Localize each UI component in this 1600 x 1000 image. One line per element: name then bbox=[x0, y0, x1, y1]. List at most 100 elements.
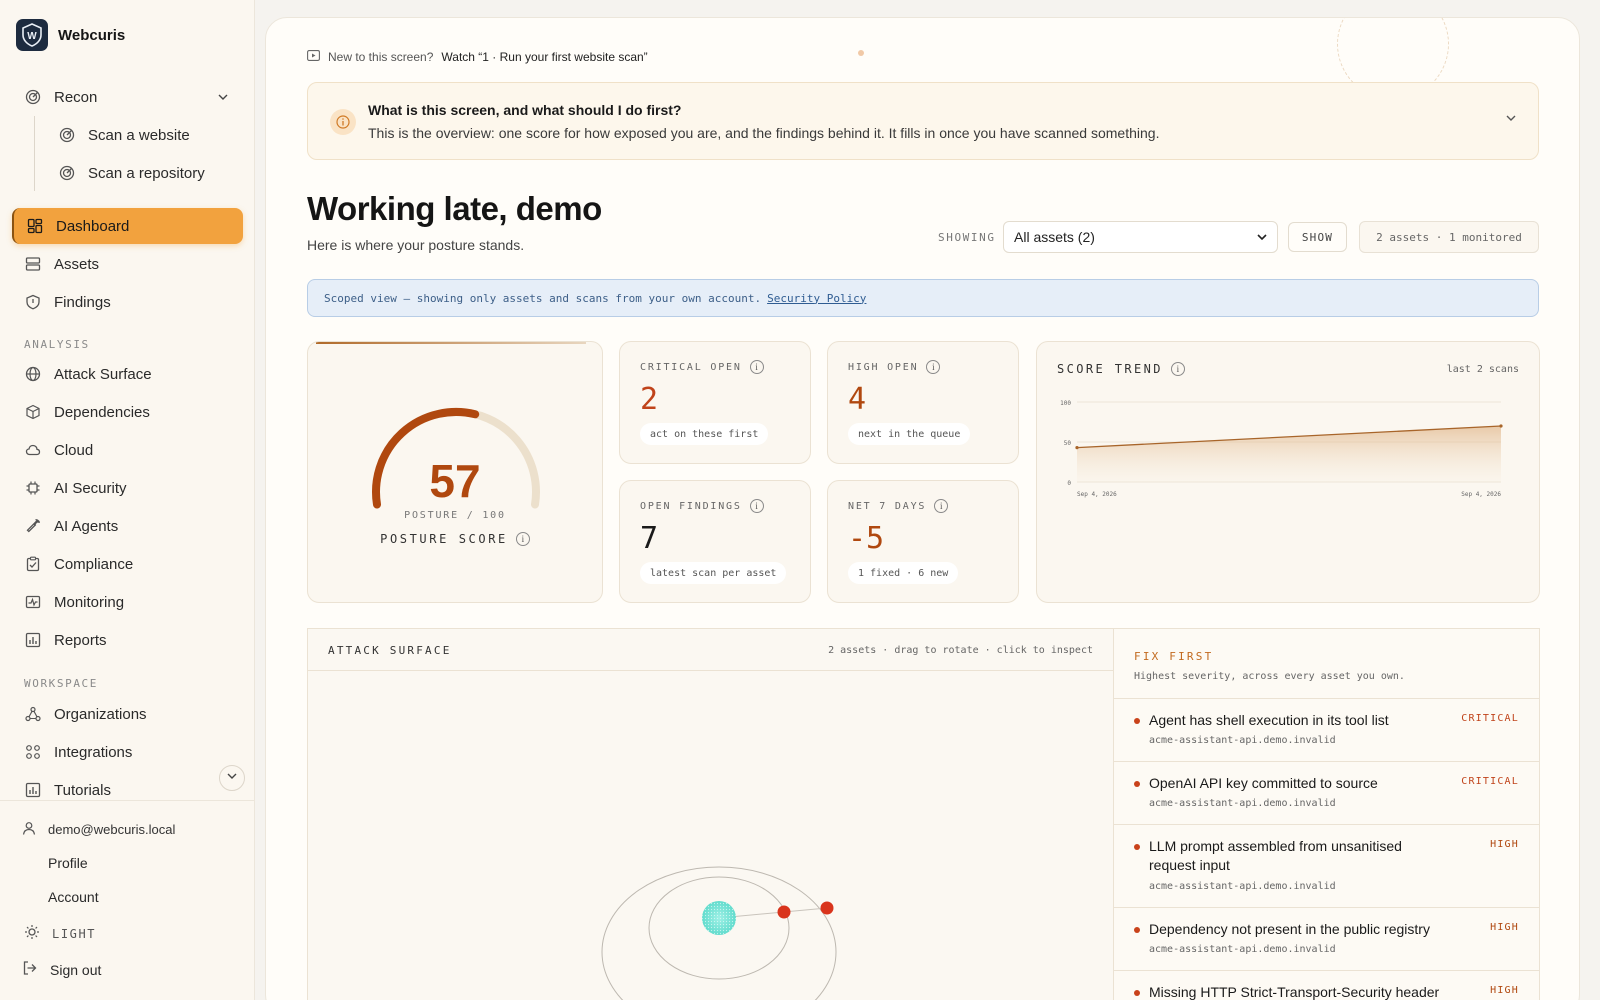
finding-row[interactable]: Missing HTTP Strict-Transport-Security h… bbox=[1114, 970, 1539, 1000]
stat-label: HIGH OPEN i bbox=[848, 360, 941, 374]
sidebar-item-organizations[interactable]: Organizations bbox=[12, 696, 243, 732]
sidebar-item-label: Organizations bbox=[54, 705, 147, 723]
posture-card: 57 POSTURE / 100 POSTURE SCORE i bbox=[307, 341, 603, 603]
trend-area bbox=[1077, 426, 1501, 482]
finding-title: Dependency not present in the public reg… bbox=[1149, 921, 1430, 937]
user-menu[interactable]: demo@webcuris.local bbox=[22, 821, 175, 838]
stat-value: -5 bbox=[848, 521, 885, 556]
sidebar-item-attack-surface[interactable]: Attack Surface bbox=[12, 356, 243, 392]
finding-row[interactable]: Dependency not present in the public reg… bbox=[1114, 907, 1539, 970]
logout-icon bbox=[22, 960, 38, 979]
sidebar-item-dependencies[interactable]: Dependencies bbox=[12, 394, 243, 430]
user-icon bbox=[22, 821, 36, 838]
sun-icon bbox=[24, 924, 40, 943]
sidebar-item-label: AI Security bbox=[54, 479, 127, 497]
user-email: demo@webcuris.local bbox=[48, 822, 176, 837]
sidebar-item-findings[interactable]: Findings bbox=[12, 284, 243, 320]
sidebar-item-assets[interactable]: Assets bbox=[12, 246, 243, 282]
radar-icon bbox=[25, 89, 41, 105]
showing-label: SHOWING bbox=[938, 231, 996, 244]
info-icon[interactable]: i bbox=[934, 499, 949, 513]
finding-row[interactable]: Agent has shell execution in its tool li… bbox=[1114, 698, 1539, 761]
stat-card-high: HIGH OPEN i 4 next in the queue bbox=[827, 341, 1019, 464]
activity-icon bbox=[25, 594, 41, 610]
scope-text: Scoped view — showing only assets and sc… bbox=[324, 291, 762, 305]
stat-label: NET 7 DAYS i bbox=[848, 499, 949, 513]
sidebar-item-label: Recon bbox=[54, 88, 98, 106]
asset-filter-select[interactable]: All assets (2) bbox=[1003, 221, 1278, 253]
security-policy-link[interactable]: Security Policy bbox=[767, 292, 866, 305]
watch-tutorial-link[interactable]: Watch “1 · Run your first website scan” bbox=[441, 50, 647, 64]
puzzle-icon bbox=[25, 744, 41, 760]
radar-icon bbox=[59, 127, 75, 143]
bar-chart-icon bbox=[25, 782, 41, 798]
intro-panel[interactable]: What is this screen, and what should I d… bbox=[307, 82, 1539, 160]
sign-out-button[interactable]: Sign out bbox=[22, 960, 101, 979]
trend-point bbox=[1499, 424, 1503, 428]
stat-label: CRITICAL OPEN i bbox=[640, 360, 764, 374]
sidebar-item-reports[interactable]: Reports bbox=[12, 622, 243, 658]
chip-icon bbox=[25, 480, 41, 496]
sidebar-item-label: Reports bbox=[54, 631, 107, 649]
finding-asset: acme-assistant-api.demo.invalid bbox=[1149, 735, 1336, 746]
radar-icon bbox=[59, 165, 75, 181]
attack-surface-graph[interactable] bbox=[308, 671, 1114, 1000]
score-trend-chart: 100 50 0 Sep 4, 2026 Sep 4, 2026 bbox=[1060, 400, 1503, 498]
account-link[interactable]: Account bbox=[48, 889, 99, 905]
chevron-down-icon bbox=[1255, 230, 1269, 247]
brand[interactable]: W Webcuris bbox=[16, 19, 125, 51]
sidebar-item-label: Tutorials bbox=[54, 781, 111, 799]
section-label-workspace: WORKSPACE bbox=[24, 677, 99, 690]
assets-summary: 2 assets · 1 monitored bbox=[1359, 221, 1539, 253]
sidebar-item-label: Scan a website bbox=[88, 126, 190, 144]
info-icon[interactable]: i bbox=[749, 360, 764, 374]
finding-row[interactable]: LLM prompt assembled from unsanitised re… bbox=[1114, 824, 1539, 907]
show-button[interactable]: SHOW bbox=[1288, 222, 1347, 252]
chevron-down-icon[interactable] bbox=[1504, 111, 1518, 130]
tutorial-prompt: New to this screen? Watch “1 · Run your … bbox=[307, 50, 648, 64]
sidebar-item-dashboard[interactable]: Dashboard bbox=[12, 208, 243, 244]
x-tick-label: Sep 4, 2026 bbox=[1077, 491, 1117, 498]
clipboard-icon bbox=[25, 556, 41, 572]
info-icon[interactable]: i bbox=[1170, 362, 1185, 376]
server-icon bbox=[25, 256, 41, 272]
trend-range: last 2 scans bbox=[1446, 364, 1519, 375]
bar-chart-icon bbox=[25, 632, 41, 648]
sidebar-item-monitoring[interactable]: Monitoring bbox=[12, 584, 243, 620]
info-icon[interactable]: i bbox=[749, 499, 764, 513]
sidebar-item-recon[interactable]: Recon bbox=[12, 79, 243, 115]
stat-value: 7 bbox=[640, 521, 659, 556]
finding-row[interactable]: OpenAI API key committed to source acme-… bbox=[1114, 761, 1539, 824]
sidebar-item-compliance[interactable]: Compliance bbox=[12, 546, 243, 582]
intro-text: This is the overview: one score for how … bbox=[368, 125, 1160, 141]
stat-label-text: CRITICAL OPEN bbox=[640, 361, 742, 373]
trend-point bbox=[1075, 446, 1079, 450]
attack-surface-hint: 2 assets · drag to rotate · click to ins… bbox=[828, 645, 1093, 656]
scope-banner: Scoped view — showing only assets and sc… bbox=[307, 279, 1539, 317]
sidebar-item-cloud[interactable]: Cloud bbox=[12, 432, 243, 468]
sidebar-item-integrations[interactable]: Integrations bbox=[12, 734, 243, 770]
theme-toggle[interactable]: LIGHT bbox=[24, 924, 96, 943]
severity-badge: CRITICAL bbox=[1461, 776, 1519, 787]
asset-node bbox=[777, 905, 791, 919]
org-icon bbox=[25, 706, 41, 722]
stat-card-net-7-days: NET 7 DAYS i -5 1 fixed · 6 new bbox=[827, 480, 1019, 603]
chevron-down-icon[interactable] bbox=[217, 90, 229, 107]
sidebar-item-scan-repository[interactable]: Scan a repository bbox=[46, 155, 243, 191]
sidebar-item-label: Monitoring bbox=[54, 593, 125, 611]
sidebar-item-ai-agents[interactable]: AI Agents bbox=[12, 508, 243, 544]
severity-dot bbox=[1134, 781, 1140, 787]
fix-first-subtitle: Highest severity, across every asset you… bbox=[1134, 671, 1405, 682]
stat-note: latest scan per asset bbox=[640, 562, 787, 584]
info-icon[interactable]: i bbox=[926, 360, 941, 374]
posture-label-text: POSTURE SCORE bbox=[380, 532, 508, 546]
asset-node bbox=[820, 901, 834, 915]
sidebar-item-ai-security[interactable]: AI Security bbox=[12, 470, 243, 506]
scroll-down-button[interactable] bbox=[219, 765, 245, 791]
profile-link[interactable]: Profile bbox=[48, 855, 88, 871]
severity-badge: HIGH bbox=[1490, 922, 1519, 933]
info-icon[interactable]: i bbox=[515, 532, 530, 546]
brand-name: Webcuris bbox=[58, 26, 126, 44]
sidebar-item-scan-website[interactable]: Scan a website bbox=[46, 117, 243, 153]
page-title: Working late, demo bbox=[307, 190, 602, 227]
